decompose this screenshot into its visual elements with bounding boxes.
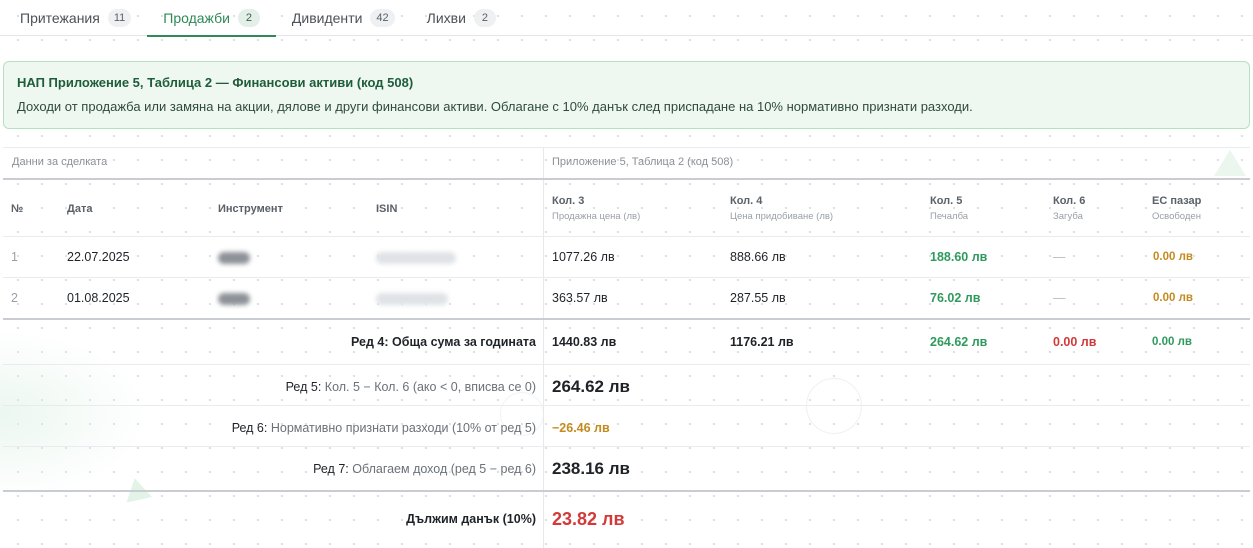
row7-value: 238.16 лв: [552, 459, 630, 478]
row7-prefix: Ред 7:: [313, 462, 349, 476]
row6-value: −26.46 лв: [552, 421, 610, 435]
row-date: 01.08.2025: [67, 291, 130, 305]
row-sale-price: 1077.26 лв: [552, 250, 615, 264]
row6-prefix: Ред 6:: [231, 421, 268, 435]
tax-label: Дължим данък (10%): [406, 512, 536, 526]
tax-due-value: 23.82 лв: [552, 509, 625, 529]
tab-interest[interactable]: Лихви 2: [411, 0, 512, 36]
row-acquisition-price: 888.66 лв: [730, 250, 786, 264]
isin-redacted: [376, 293, 448, 305]
instrument-redacted: [218, 252, 250, 264]
header-col5: Кол. 5: [930, 195, 963, 207]
row7-text: Облагаем доход (ред 5 − ред 6): [352, 462, 536, 476]
tab-bar: Притежания 11 Продажби 2 Дивиденти 42 Ли…: [0, 0, 1253, 37]
tab-label: Дивиденти: [291, 10, 363, 26]
row-divider: [3, 446, 1250, 447]
info-banner: НАП Приложение 5, Таблица 2 — Финансови …: [3, 61, 1250, 129]
tab-count-badge: 2: [237, 9, 260, 27]
row-loss: —: [1053, 291, 1066, 305]
row5-text: Кол. 5 − Кол. 6 (ако < 0, вписва се 0): [324, 380, 536, 394]
row-sale-price: 363.57 лв: [552, 291, 608, 305]
instrument-redacted: [218, 293, 250, 305]
totals-label: Ред 4: Обща сума за годината: [351, 335, 536, 349]
row-date: 22.07.2025: [67, 250, 130, 264]
background-triangle: [1214, 150, 1246, 176]
banner-title: НАП Приложение 5, Таблица 2 — Финансови …: [17, 75, 414, 90]
tab-count-badge: 11: [107, 9, 132, 27]
column-divider: [543, 147, 544, 548]
totals-divider: [3, 318, 1250, 320]
total-loss: 0.00 лв: [1053, 335, 1097, 349]
row-eu-exempt: 0.00 лв: [1153, 292, 1193, 304]
header-col3: Кол. 3: [552, 195, 585, 207]
header-no: №: [11, 203, 24, 215]
row5-prefix: Ред 5:: [285, 380, 322, 394]
row5-value: 264.62 лв: [552, 377, 630, 396]
group-header-appendix: Приложение 5, Таблица 2 (код 508): [552, 156, 734, 168]
header-eu-market-sub: Освободен: [1152, 211, 1201, 222]
total-sale-price: 1440.83 лв: [552, 335, 617, 349]
row-divider: [3, 236, 1250, 237]
background-triangle: [121, 475, 153, 503]
row-divider: [3, 364, 1250, 365]
tab-holdings[interactable]: Притежания 11: [4, 0, 147, 36]
tax-label-text: Дължим данък (10%): [406, 512, 536, 526]
row6-text: Нормативно признати разходи (10% от ред …: [270, 421, 536, 435]
header-isin: ISIN: [376, 203, 398, 215]
header-col4: Кол. 4: [730, 195, 763, 207]
row-acquisition-price: 287.55 лв: [730, 291, 786, 305]
table-top-border: [3, 147, 1250, 148]
total-eu-exempt: 0.00 лв: [1152, 336, 1192, 348]
header-col6-sub: Загуба: [1053, 211, 1083, 222]
background-circle: [806, 378, 862, 434]
tax-divider: [3, 490, 1250, 492]
banner-text: Доходи от продажба или замяна на акции, …: [17, 99, 973, 114]
tab-label: Лихви: [426, 10, 466, 26]
totals-label-text: Ред 4: Обща сума за годината: [351, 335, 536, 349]
header-divider: [3, 178, 1250, 180]
row7-label: Ред 7: Облагаем доход (ред 5 − ред 6): [313, 462, 536, 476]
background-glow: [0, 330, 150, 500]
row-divider: [3, 405, 1250, 406]
tab-dividends[interactable]: Дивиденти 42: [276, 0, 411, 36]
header-col5-sub: Печалба: [930, 211, 969, 222]
header-date: Дата: [67, 203, 93, 215]
tab-count-badge: 42: [370, 9, 395, 27]
isin-redacted: [376, 252, 456, 264]
header-instrument: Инструмент: [218, 203, 283, 215]
row6-label: Ред 6: Нормативно признати разходи (10% …: [232, 421, 536, 435]
header-col3-sub: Продажна цена (лв): [552, 211, 641, 222]
tab-label: Продажби: [163, 10, 230, 26]
row5-label: Ред 5: Кол. 5 − Кол. 6 (ако < 0, вписва …: [286, 380, 536, 394]
header-col4-sub: Цена придобиване (лв): [730, 211, 834, 222]
row-index: 1: [11, 250, 18, 264]
row-index: 2: [11, 291, 18, 305]
row-loss: —: [1053, 250, 1066, 264]
row-profit: 188.60 лв: [930, 250, 988, 264]
total-profit: 264.62 лв: [930, 335, 988, 349]
row-eu-exempt: 0.00 лв: [1153, 251, 1193, 263]
row-profit: 76.02 лв: [930, 291, 981, 305]
total-acquisition-price: 1176.21 лв: [730, 335, 794, 349]
row-divider: [3, 277, 1250, 278]
group-header-transaction: Данни за сделката: [12, 156, 108, 168]
tab-sales[interactable]: Продажби 2: [147, 0, 276, 37]
header-col6: Кол. 6: [1053, 195, 1086, 207]
tab-count-badge: 2: [473, 9, 496, 27]
tab-label: Притежания: [20, 10, 100, 26]
header-eu-market: ЕС пазар: [1152, 195, 1202, 207]
